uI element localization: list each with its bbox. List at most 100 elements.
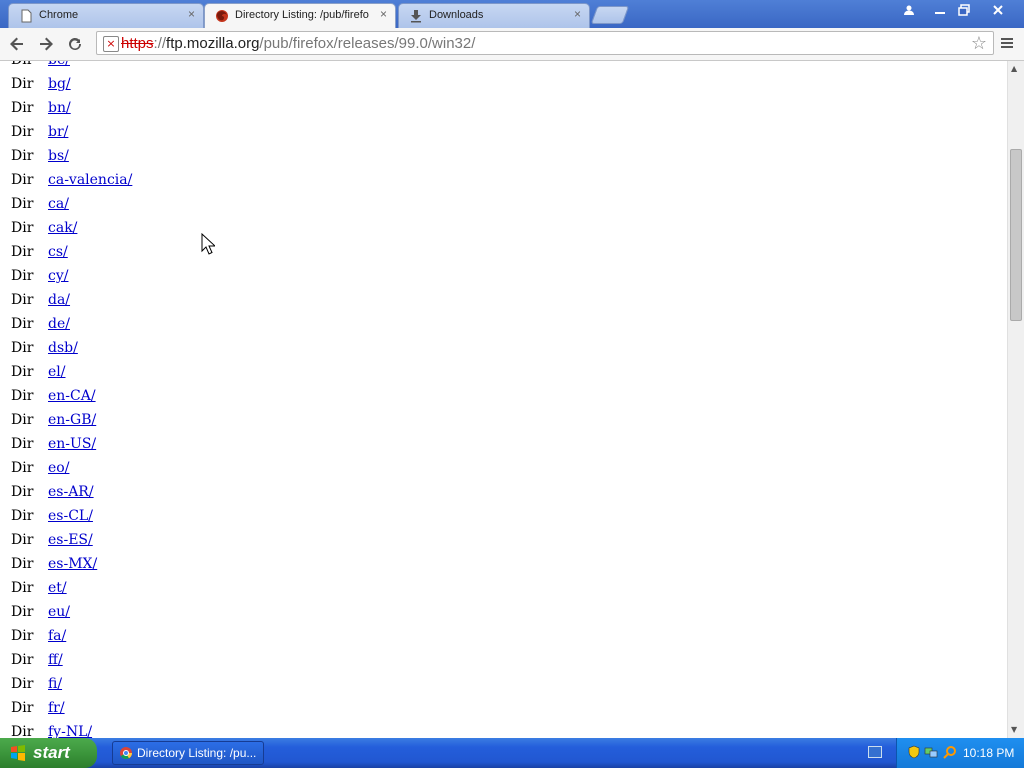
address-bar[interactable]: × https://ftp.mozilla.org/pub/firefox/re…	[96, 31, 994, 55]
directory-link[interactable]: be/	[48, 61, 70, 68]
tab-directory-listing[interactable]: Directory Listing: /pub/firefo ×	[204, 3, 396, 29]
entry-type: Dir	[11, 172, 34, 188]
entry-type: Dir	[11, 484, 34, 500]
directory-link[interactable]: ca/	[48, 196, 69, 212]
forward-button[interactable]	[34, 32, 58, 56]
tab-downloads[interactable]: Downloads ×	[398, 3, 590, 28]
taskbar: start Directory Listing: /pu... 10:18 PM	[0, 738, 1024, 768]
start-label: start	[33, 743, 70, 762]
directory-link[interactable]: bn/	[48, 100, 71, 116]
directory-link[interactable]: dsb/	[48, 340, 78, 356]
entry-type: Dir	[11, 532, 34, 548]
directory-link[interactable]: el/	[48, 364, 65, 380]
bookmark-star-icon[interactable]: ☆	[971, 33, 987, 54]
close-icon[interactable]: ×	[574, 7, 581, 21]
directory-link[interactable]: da/	[48, 292, 70, 308]
profile-icon[interactable]	[897, 1, 921, 19]
arrow-left-icon	[10, 37, 23, 51]
entry-type: Dir	[11, 76, 34, 92]
search-icon[interactable]	[943, 745, 957, 759]
windows-logo-icon	[11, 745, 25, 761]
reload-button[interactable]	[63, 32, 87, 56]
reload-icon	[69, 37, 81, 50]
directory-link[interactable]: br/	[48, 124, 68, 140]
entry-type: Dir	[11, 148, 34, 164]
directory-link[interactable]: es-AR/	[48, 484, 94, 500]
entry-type: Dir	[11, 676, 34, 692]
arrow-right-icon	[40, 37, 53, 51]
entry-type: Dir	[11, 364, 34, 380]
minimize-icon[interactable]	[928, 1, 952, 19]
entry-type: Dir	[11, 700, 34, 716]
network-icon[interactable]	[924, 745, 938, 759]
insecure-lock-icon[interactable]: ×	[103, 36, 119, 52]
directory-link[interactable]: en-US/	[48, 436, 96, 452]
directory-link[interactable]: en-CA/	[48, 388, 96, 404]
tab-title: Downloads	[429, 9, 484, 21]
entry-type: Dir	[11, 556, 34, 572]
entry-type: Dir	[11, 604, 34, 620]
url-separator: ://	[153, 35, 167, 52]
page-content: Dir be/Dir bg/Dir bn/Dir br/Dir bs/Dir ca-vale…	[0, 61, 1007, 738]
download-icon	[411, 10, 421, 23]
tab-chrome[interactable]: Chrome ×	[8, 3, 204, 28]
directory-link[interactable]: de/	[48, 316, 70, 332]
directory-link[interactable]: bs/	[48, 148, 69, 164]
page-icon	[21, 9, 32, 23]
directory-link[interactable]: es-CL/	[48, 508, 93, 524]
close-window-icon[interactable]	[986, 1, 1010, 19]
taskbar-item-chrome[interactable]: Directory Listing: /pu...	[112, 741, 264, 765]
entry-type: Dir	[11, 388, 34, 404]
directory-link[interactable]: et/	[48, 580, 67, 596]
new-tab-button[interactable]	[590, 6, 630, 24]
directory-link[interactable]: fy-NL/	[48, 724, 92, 738]
entry-type: Dir	[11, 244, 34, 260]
url-text[interactable]: https://ftp.mozilla.org/pub/firefox/rele…	[121, 35, 475, 52]
entry-type: Dir	[11, 340, 34, 356]
directory-link[interactable]: fa/	[48, 628, 66, 644]
close-icon[interactable]: ×	[380, 7, 387, 21]
directory-link[interactable]: cak/	[48, 220, 77, 236]
directory-link[interactable]: cy/	[48, 268, 68, 284]
clock: 10:18 PM	[963, 746, 1015, 760]
directory-link[interactable]: fi/	[48, 676, 62, 692]
scroll-thumb[interactable]	[1010, 149, 1022, 321]
chrome-icon	[120, 747, 132, 760]
entry-type: Dir	[11, 652, 34, 668]
entry-type: Dir	[11, 508, 34, 524]
back-button[interactable]	[5, 32, 29, 56]
keyboard-icon[interactable]	[868, 746, 882, 758]
entry-type: Dir	[11, 196, 34, 212]
entry-type: Dir	[11, 220, 34, 236]
scroll-down-icon[interactable]: ▼	[1011, 725, 1017, 734]
entry-type: Dir	[11, 124, 34, 140]
entry-type: Dir	[11, 724, 34, 738]
directory-link[interactable]: eu/	[48, 604, 70, 620]
directory-link[interactable]: es-ES/	[48, 532, 93, 548]
scroll-up-icon[interactable]: ▲	[1011, 64, 1017, 73]
directory-link[interactable]: cs/	[48, 244, 68, 260]
shield-icon[interactable]	[907, 745, 921, 759]
directory-link[interactable]: bg/	[48, 76, 71, 92]
entry-type: Dir	[11, 628, 34, 644]
entry-type: Dir	[11, 412, 34, 428]
start-button[interactable]: start	[0, 738, 97, 768]
directory-link[interactable]: ca-valencia/	[48, 172, 132, 188]
url-host: ftp.mozilla.org	[166, 35, 260, 52]
entry-type: Dir	[11, 580, 34, 596]
url-path: /pub/firefox/releases/99.0/win32/	[259, 35, 476, 52]
vertical-scrollbar[interactable]: ▲ ▼	[1007, 61, 1024, 738]
url-scheme: https	[121, 35, 154, 52]
toolbar: × https://ftp.mozilla.org/pub/firefox/re…	[0, 28, 1024, 61]
directory-link[interactable]: es-MX/	[48, 556, 97, 572]
directory-link[interactable]: eo/	[48, 460, 69, 476]
directory-link[interactable]: fr/	[48, 700, 65, 716]
directory-link[interactable]: ff/	[48, 652, 63, 668]
restore-icon[interactable]	[952, 1, 976, 19]
directory-link[interactable]: en-GB/	[48, 412, 96, 428]
mouse-cursor-icon	[201, 233, 215, 255]
close-icon[interactable]: ×	[188, 7, 195, 21]
taskbar-item-title: Directory Listing: /pu...	[137, 746, 257, 760]
system-tray: 10:18 PM	[896, 738, 1024, 768]
menu-icon[interactable]	[998, 34, 1016, 52]
